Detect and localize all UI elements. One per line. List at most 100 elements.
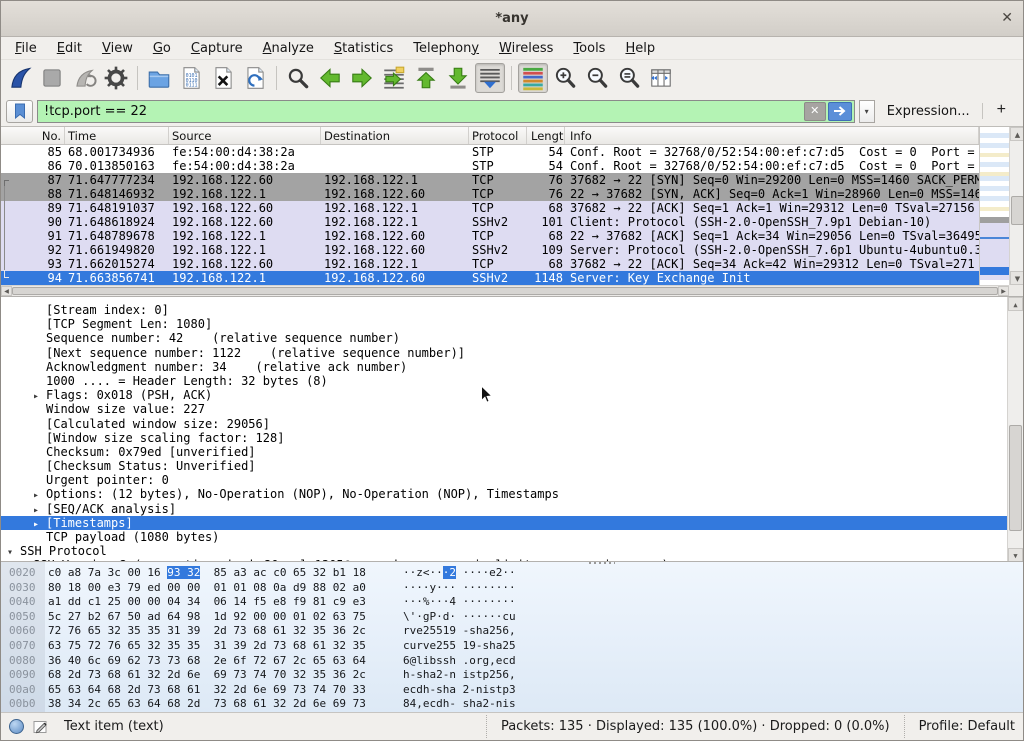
column-header-protocol[interactable]: Protocol [469,127,527,144]
filter-history-dropdown[interactable]: ▾ [859,100,875,123]
menu-statistics[interactable]: Statistics [324,39,403,58]
detail-item[interactable]: [Window size scaling factor: 128] [1,431,1009,445]
detail-item[interactable]: ▾SSH Protocol [1,544,1009,558]
hex-row-00a0[interactable]: 00a065 63 64 68 2d 73 68 61 32 2d 6e 69 … [1,683,1023,698]
packet-row-87[interactable]: 8771.647777234192.168.122.60192.168.122.… [1,173,979,187]
detail-item[interactable]: ▸[SEQ/ACK analysis] [1,502,1009,516]
packet-row-90[interactable]: 9071.648618924192.168.122.60192.168.122.… [1,215,979,229]
detail-item[interactable]: Checksum: 0x79ed [unverified] [1,445,1009,459]
detail-item[interactable]: Sequence number: 42 (relative sequence n… [1,331,1009,345]
filter-bookmarks-button[interactable] [6,100,33,123]
expert-info-icon[interactable] [9,719,24,734]
zoom-in-button[interactable] [550,63,580,93]
menu-help[interactable]: Help [615,39,665,58]
expand-arrow-icon[interactable]: ▸ [33,504,46,516]
resize-columns-button[interactable] [646,63,676,93]
scroll-up-icon[interactable]: ▲ [1008,297,1023,311]
menu-telephony[interactable]: Telephony [403,39,489,58]
hex-row-0060[interactable]: 006072 76 65 32 35 35 31 39 2d 73 68 61 … [1,624,1023,639]
detail-item[interactable]: TCP payload (1080 bytes) [1,530,1009,544]
find-packet-button[interactable] [283,63,313,93]
hex-row-0070[interactable]: 007063 75 72 76 65 32 35 35 31 39 2d 73 … [1,639,1023,654]
go-forward-button[interactable] [347,63,377,93]
detail-item[interactable]: ▸Options: (12 bytes), No-Operation (NOP)… [1,487,1009,501]
packet-row-89[interactable]: 8971.648191037192.168.122.60192.168.122.… [1,201,979,215]
detail-item[interactable]: [TCP Segment Len: 1080] [1,317,1009,331]
column-header-info[interactable]: Info [565,127,979,144]
detail-item[interactable]: [Stream index: 0] [1,303,1009,317]
packet-row-94[interactable]: 9471.663856741192.168.122.1192.168.122.6… [1,271,979,285]
scroll-thumb[interactable] [1009,425,1022,532]
hex-row-0030[interactable]: 003080 18 00 e3 79 ed 00 00 01 01 08 0a … [1,581,1023,596]
menu-capture[interactable]: Capture [181,39,253,58]
menu-wireless[interactable]: Wireless [489,39,563,58]
go-first-button[interactable] [411,63,441,93]
go-last-button[interactable] [443,63,473,93]
expression-button[interactable]: Expression... [879,104,978,119]
menu-go[interactable]: Go [143,39,181,58]
column-header-time[interactable]: Time [65,127,169,144]
packet-row-85[interactable]: 8568.001734936fe:54:00:d4:38:2aSTP54Conf… [1,145,979,159]
expand-arrow-icon[interactable]: ▸ [33,489,46,501]
status-profile[interactable]: Profile: Default [904,715,1015,738]
close-file-button[interactable] [208,63,238,93]
detail-item[interactable]: Urgent pointer: 0 [1,473,1009,487]
detail-item[interactable]: [Checksum Status: Unverified] [1,459,1009,473]
go-back-button[interactable] [315,63,345,93]
packet-row-92[interactable]: 9271.661949820192.168.122.1192.168.122.6… [1,243,979,257]
packet-list-hscrollbar[interactable]: ◀ ▶ [1,285,1009,296]
restart-capture-button[interactable] [69,63,99,93]
menu-file[interactable]: File [5,39,47,58]
add-filter-button[interactable]: + [987,101,1018,121]
detail-item[interactable]: [Calculated window size: 29056] [1,417,1009,431]
menu-analyze[interactable]: Analyze [253,39,324,58]
auto-scroll-button[interactable] [475,63,505,93]
stop-capture-button[interactable] [37,63,67,93]
hscroll-thumb[interactable] [12,287,998,295]
start-capture-button[interactable] [5,63,35,93]
zoom-original-button[interactable] [614,63,644,93]
scroll-up-icon[interactable]: ▲ [1010,127,1024,141]
hex-row-0080[interactable]: 008036 40 6c 69 62 73 73 68 2e 6f 72 67 … [1,654,1023,669]
hex-row-0050[interactable]: 00505c 27 b2 67 50 ad 64 98 1d 92 00 00 … [1,610,1023,625]
reload-file-button[interactable] [240,63,270,93]
hex-row-0020[interactable]: 0020c0 a8 7a 3c 00 16 93 32 85 a3 ac c0 … [1,566,1023,581]
splitter-handle[interactable] [589,562,615,564]
packet-row-88[interactable]: 8871.648146932192.168.122.1192.168.122.6… [1,187,979,201]
close-button[interactable]: ✕ [1001,10,1013,26]
hex-row-0040[interactable]: 0040a1 dd c1 25 00 00 04 34 06 14 f5 e8 … [1,595,1023,610]
display-filter-input[interactable] [38,104,804,119]
scroll-left-icon[interactable]: ◀ [1,286,12,296]
expand-arrow-icon[interactable]: ▸ [33,518,46,530]
hex-row-00b0[interactable]: 00b038 34 2c 65 63 64 68 2d 73 68 61 32 … [1,697,1023,712]
hex-row-0090[interactable]: 009068 2d 73 68 61 32 2d 6e 69 73 74 70 … [1,668,1023,683]
scroll-thumb[interactable] [1011,196,1024,226]
scroll-right-icon[interactable]: ▶ [998,286,1009,296]
capture-options-button[interactable] [101,63,131,93]
detail-item[interactable]: Window size value: 227 [1,402,1009,416]
detail-item[interactable]: Acknowledgment number: 34 (relative ack … [1,360,1009,374]
menu-tools[interactable]: Tools [563,39,615,58]
details-scrollbar[interactable]: ▲ ▼ [1007,297,1023,561]
detail-item[interactable]: ▸Flags: 0x018 (PSH, ACK) [1,388,1009,402]
packet-row-93[interactable]: 9371.662015274192.168.122.60192.168.122.… [1,257,979,271]
scroll-track[interactable] [1008,311,1023,548]
detail-item[interactable]: 1000 .... = Header Length: 32 bytes (8) [1,374,1009,388]
colorize-button[interactable] [518,63,548,93]
scroll-down-icon[interactable]: ▼ [1008,548,1023,561]
packet-list-scrollbar[interactable]: ▲ ▼ [1009,127,1024,285]
capture-comment-icon[interactable] [32,719,48,735]
go-to-packet-button[interactable] [379,63,409,93]
open-file-button[interactable] [144,63,174,93]
column-header-length[interactable]: Length [527,127,565,144]
detail-item[interactable]: ▸[Timestamps] [1,516,1009,530]
save-file-button[interactable]: 010101100111 [176,63,206,93]
packet-row-91[interactable]: 9171.648789678192.168.122.1192.168.122.6… [1,229,979,243]
scroll-track[interactable] [1010,141,1024,271]
collapse-arrow-icon[interactable]: ▾ [7,546,20,558]
column-header-no[interactable]: No. [1,127,65,144]
column-header-source[interactable]: Source [169,127,321,144]
zoom-out-button[interactable] [582,63,612,93]
scroll-down-icon[interactable]: ▼ [1010,271,1024,285]
packet-list-minimap[interactable] [979,127,1009,285]
